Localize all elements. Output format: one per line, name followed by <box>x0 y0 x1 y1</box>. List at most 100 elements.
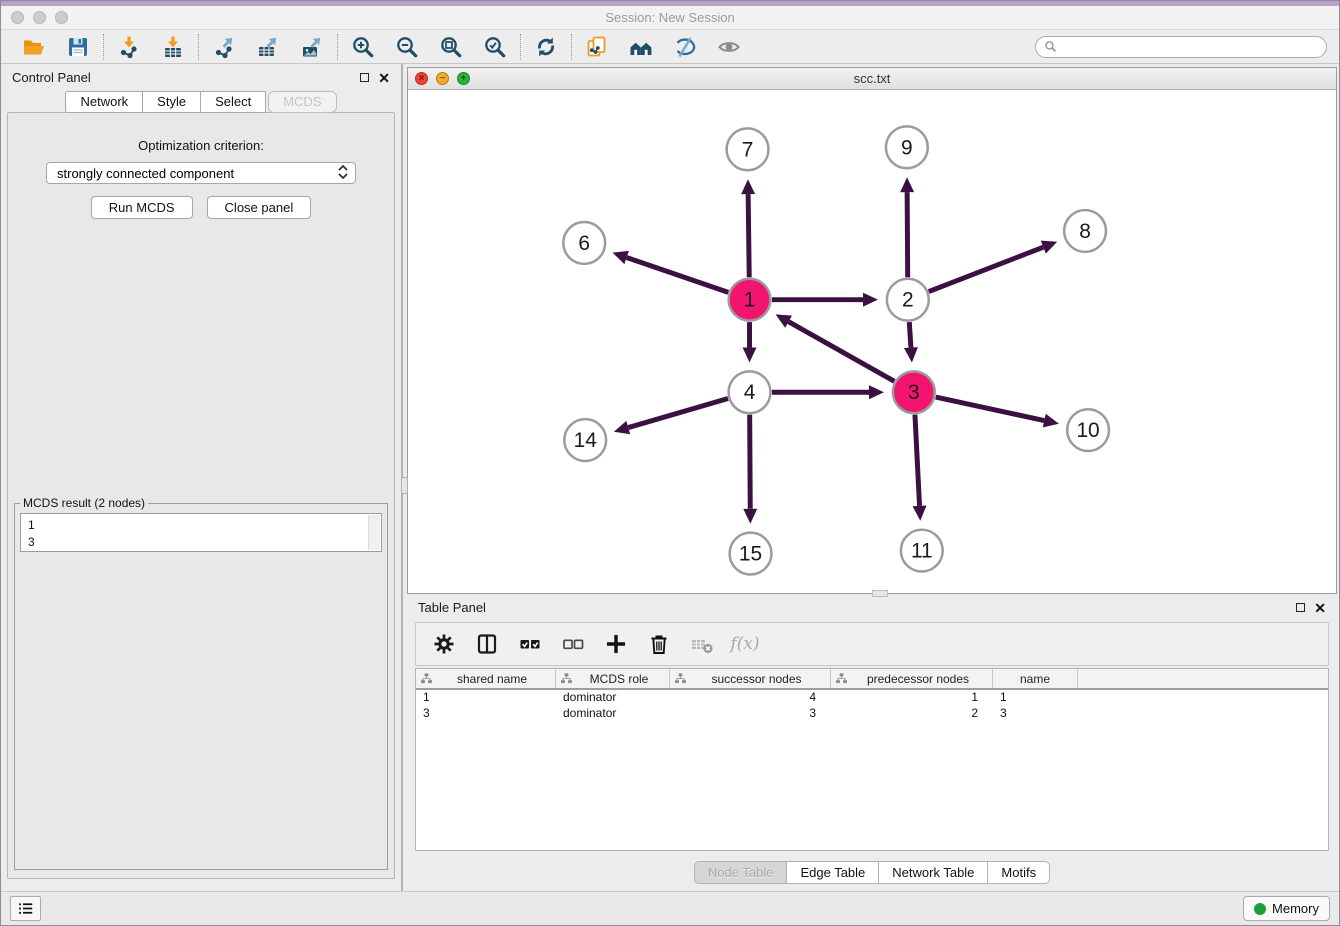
graph-edge-2-8[interactable] <box>929 241 1057 292</box>
graph-node-7[interactable]: 7 <box>727 128 769 170</box>
graph-node-3[interactable]: 3 <box>893 371 935 413</box>
memory-status-dot <box>1254 903 1266 915</box>
refresh-icon <box>534 35 558 59</box>
svg-text:6: 6 <box>578 232 590 255</box>
cell-MCDS-role[interactable]: dominator <box>556 690 670 706</box>
graph-node-8[interactable]: 8 <box>1064 210 1106 252</box>
add-column-button[interactable] <box>604 630 628 658</box>
cell-shared-name[interactable]: 3 <box>416 706 556 722</box>
graph-node-14[interactable]: 14 <box>564 419 606 461</box>
graph-edge-3-1[interactable] <box>776 314 895 381</box>
cell-successor-nodes[interactable]: 4 <box>670 690 831 706</box>
tab-node-table[interactable]: Node Table <box>694 861 788 884</box>
cell-name[interactable]: 1 <box>993 690 1078 706</box>
save-icon <box>66 35 90 59</box>
import-network-button[interactable] <box>114 33 144 61</box>
graph-edge-1-7[interactable] <box>741 179 755 277</box>
column-header-predecessor-nodes[interactable]: predecessor nodes <box>831 669 993 688</box>
graph-edge-2-3[interactable] <box>904 322 918 362</box>
apply-function-button: f(x) <box>733 630 757 658</box>
graph-edge-4-14[interactable] <box>614 399 728 435</box>
export-image-button[interactable] <box>297 33 327 61</box>
tab-network-table[interactable]: Network Table <box>878 861 988 884</box>
table-row[interactable]: 3dominator323 <box>416 706 1328 722</box>
open-session-button[interactable] <box>19 33 49 61</box>
tab-select[interactable]: Select <box>200 91 266 113</box>
graph-edge-3-10[interactable] <box>936 397 1059 427</box>
column-header-MCDS-role[interactable]: MCDS role <box>556 669 670 688</box>
graph-node-10[interactable]: 10 <box>1067 409 1109 451</box>
select-all-columns-button[interactable] <box>518 630 542 658</box>
cell-shared-name[interactable]: 1 <box>416 690 556 706</box>
split-table-button[interactable] <box>475 630 499 658</box>
gear-icon <box>432 632 456 656</box>
splitter-handle-vertical[interactable] <box>401 477 408 494</box>
tab-style[interactable]: Style <box>142 91 201 113</box>
window-titlebar: Session: New Session <box>1 6 1339 30</box>
graph-edge-3-11[interactable] <box>913 415 927 521</box>
run-mcds-button[interactable]: Run MCDS <box>91 196 193 219</box>
graph-node-2[interactable]: 2 <box>887 279 929 321</box>
control-panel: Control Panel ✕ NetworkStyleSelectMCDS O… <box>1 64 403 891</box>
splitter-handle-horizontal[interactable] <box>872 590 888 597</box>
graph-node-1[interactable]: 1 <box>729 279 771 321</box>
import-table-button[interactable] <box>158 33 188 61</box>
export-table-button[interactable] <box>253 33 283 61</box>
export-network-button[interactable] <box>209 33 239 61</box>
hide-labels-button[interactable] <box>670 33 700 61</box>
result-scrollbar[interactable] <box>368 515 380 550</box>
close-table-panel-icon[interactable]: ✕ <box>1314 601 1326 615</box>
eye-icon <box>717 35 741 59</box>
cell-name[interactable]: 3 <box>993 706 1078 722</box>
network-window-titlebar: × − + scc.txt <box>408 68 1336 90</box>
tab-network[interactable]: Network <box>65 91 143 113</box>
cell-predecessor-nodes[interactable]: 1 <box>831 690 993 706</box>
float-panel-icon[interactable] <box>360 73 369 82</box>
column-header-name[interactable]: name <box>993 669 1078 688</box>
save-session-button[interactable] <box>63 33 93 61</box>
zoom-fit-button[interactable] <box>436 33 466 61</box>
network-canvas[interactable]: 7 9 6 8 1 2 4 3 14 10 15 11 <box>408 90 1336 593</box>
cell-predecessor-nodes[interactable]: 2 <box>831 706 993 722</box>
mcds-result-line: 1 <box>28 517 365 534</box>
float-table-panel-icon[interactable] <box>1296 603 1305 612</box>
zoom-selected-button[interactable] <box>480 33 510 61</box>
column-header-successor-nodes[interactable]: successor nodes <box>670 669 831 688</box>
memory-button[interactable]: Memory <box>1243 896 1330 921</box>
cell-successor-nodes[interactable]: 3 <box>670 706 831 722</box>
cell-MCDS-role[interactable]: dominator <box>556 706 670 722</box>
tree-icon <box>674 672 687 685</box>
graph-node-11[interactable]: 11 <box>901 530 943 572</box>
graph-node-9[interactable]: 9 <box>886 126 928 168</box>
refresh-layout-button[interactable] <box>531 33 561 61</box>
zoom-in-button[interactable] <box>348 33 378 61</box>
graph-node-15[interactable]: 15 <box>730 533 772 575</box>
graph-edge-1-2[interactable] <box>772 293 878 307</box>
graph-edge-1-4[interactable] <box>743 322 757 362</box>
tab-edge-table[interactable]: Edge Table <box>786 861 879 884</box>
column-header-shared-name[interactable]: shared name <box>416 669 556 688</box>
close-panel-button[interactable]: Close panel <box>207 196 312 219</box>
criterion-select[interactable]: strongly connected component <box>46 162 356 184</box>
mcds-result-line: 3 <box>28 534 365 551</box>
unselect-all-columns-button[interactable] <box>561 630 585 658</box>
close-panel-icon[interactable]: ✕ <box>378 71 390 85</box>
search-input[interactable] <box>1062 39 1318 54</box>
clone-network-button[interactable] <box>582 33 612 61</box>
task-history-button[interactable] <box>10 896 41 921</box>
graph-edge-1-6[interactable] <box>612 251 728 293</box>
delete-column-button[interactable] <box>647 630 671 658</box>
graph-edge-2-9[interactable] <box>900 177 914 277</box>
graph-edge-4-15[interactable] <box>743 415 757 524</box>
zoom-out-button[interactable] <box>392 33 422 61</box>
first-neighbors-button[interactable] <box>626 33 656 61</box>
graphics-details-button[interactable] <box>714 33 744 61</box>
graph-node-4[interactable]: 4 <box>729 371 771 413</box>
control-panel-title: Control Panel <box>12 70 91 85</box>
graph-node-6[interactable]: 6 <box>563 222 605 264</box>
tab-mcds[interactable]: MCDS <box>268 91 336 113</box>
table-row[interactable]: 1dominator411 <box>416 690 1328 706</box>
tab-motifs[interactable]: Motifs <box>987 861 1050 884</box>
graph-edge-4-3[interactable] <box>772 385 884 399</box>
column-settings-button[interactable] <box>432 630 456 658</box>
